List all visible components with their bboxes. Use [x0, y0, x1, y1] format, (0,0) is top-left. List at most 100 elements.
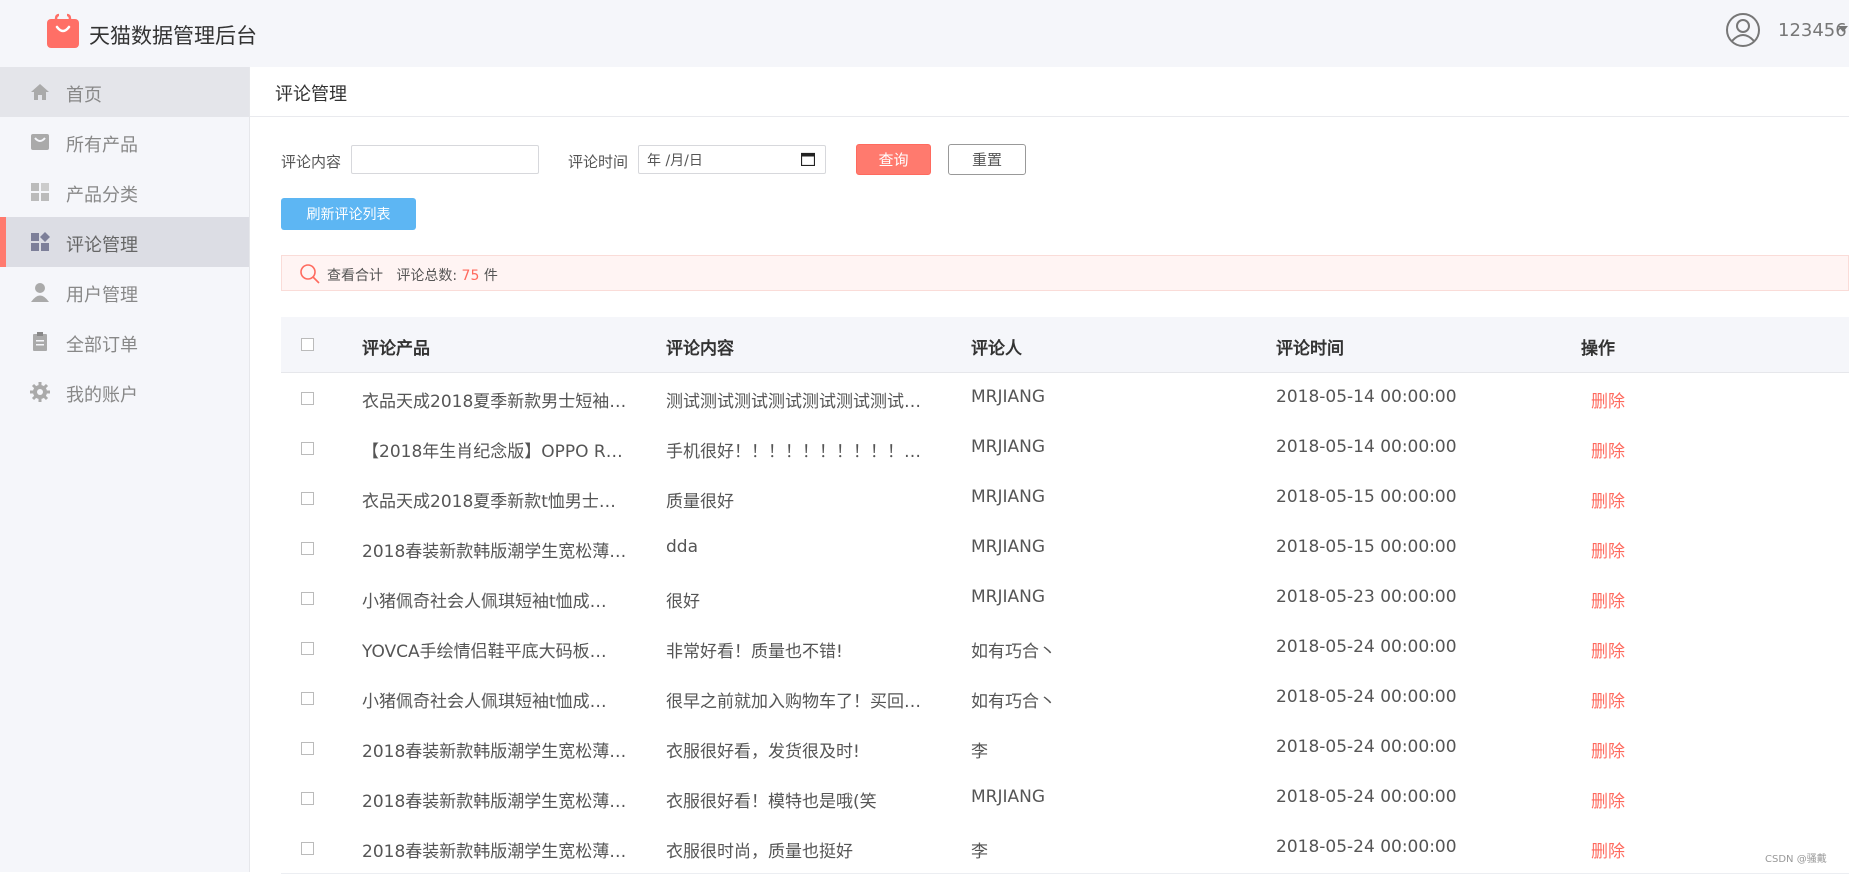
row-checkbox[interactable] — [301, 842, 314, 855]
delete-button[interactable]: 删除 — [1591, 437, 1625, 462]
delete-button[interactable]: 删除 — [1591, 487, 1625, 512]
row-checkbox[interactable] — [301, 442, 314, 455]
row-checkbox[interactable] — [301, 542, 314, 555]
summary-bar: 查看合计 评论总数: 75 件 — [281, 255, 1849, 291]
user-name[interactable]: 123456 — [1778, 20, 1847, 41]
delete-button[interactable]: 删除 — [1591, 787, 1625, 812]
cell-product: 2018春装新款韩版潮学生宽松薄… — [362, 742, 627, 762]
cell-time: 2018-05-15 00:00:00 — [1276, 537, 1457, 557]
cell-content: 质量很好 — [666, 492, 734, 512]
sidebar-item-label: 所有产品 — [66, 135, 138, 156]
cell-time: 2018-05-24 00:00:00 — [1276, 737, 1457, 757]
sidebar-item-categories[interactable]: 产品分类 — [0, 167, 249, 217]
delete-button[interactable]: 删除 — [1591, 587, 1625, 612]
cell-product: 2018春装新款韩版潮学生宽松薄… — [362, 842, 627, 862]
home-icon — [31, 84, 49, 100]
table-row: 小猪佩奇社会人佩琪短袖t恤成… 很好 MRJIANG 2018-05-23 00:00… — [281, 573, 1849, 624]
category-icon — [31, 183, 49, 201]
cell-user: MRJIANG — [971, 787, 1046, 807]
top-bar: 天猫数据管理后台 123456 — [0, 0, 1849, 68]
delete-button[interactable]: 删除 — [1591, 687, 1625, 712]
column-header-product: 评论产品 — [362, 339, 430, 359]
delete-button[interactable]: 删除 — [1591, 837, 1625, 862]
content-search-input[interactable] — [351, 145, 539, 174]
cell-time: 2018-05-14 00:00:00 — [1276, 437, 1457, 457]
row-checkbox[interactable] — [301, 642, 314, 655]
row-checkbox[interactable] — [301, 792, 314, 805]
sidebar-item-account[interactable]: 我的账户 — [0, 367, 249, 417]
cell-product: 2018春装新款韩版潮学生宽松薄… — [362, 792, 627, 812]
sidebar-item-label: 评论管理 — [66, 235, 138, 256]
cell-content: 非常好看！质量也不错! — [666, 642, 843, 662]
cell-product: YOVCA手绘情侣鞋平底大码板… — [362, 642, 607, 662]
cell-time: 2018-05-24 00:00:00 — [1276, 637, 1457, 657]
sidebar-item-products[interactable]: 所有产品 — [0, 117, 249, 167]
table-row: 小猪佩奇社会人佩琪短袖t恤成… 很早之前就加入购物车了！买回… 如有巧合丶 2018-… — [281, 673, 1849, 724]
cell-time: 2018-05-24 00:00:00 — [1276, 837, 1457, 857]
cell-content: 测试测试测试测试测试测试测试… — [666, 392, 921, 412]
page-title: 评论管理 — [275, 84, 347, 105]
sidebar-item-users[interactable]: 用户管理 — [0, 267, 249, 317]
table-row: 【2018年生肖纪念版】OPPO R… 手机很好！！！！！！！！！！… MRJIAN… — [281, 423, 1849, 474]
table-header: 评论产品 评论内容 评论人 评论时间 操作 — [281, 317, 1849, 373]
cell-content: 手机很好！！！！！！！！！！… — [666, 442, 921, 462]
summary-total-label: 评论总数: — [396, 268, 458, 284]
order-icon — [33, 332, 47, 351]
row-checkbox[interactable] — [301, 492, 314, 505]
refresh-reviews-button[interactable]: 刷新评论列表 — [281, 198, 416, 230]
table-row: YOVCA手绘情侣鞋平底大码板… 非常好看！质量也不错! 如有巧合丶 2018-05-… — [281, 623, 1849, 674]
delete-button[interactable]: 删除 — [1591, 737, 1625, 762]
calendar-icon[interactable] — [801, 152, 815, 166]
date-picker-input[interactable]: 年 /月/日 — [638, 145, 826, 174]
delete-button[interactable]: 删除 — [1591, 537, 1625, 562]
cell-user: MRJIANG — [971, 487, 1046, 507]
sidebar-item-label: 首页 — [66, 85, 102, 106]
cell-time: 2018-05-24 00:00:00 — [1276, 687, 1457, 707]
select-all-checkbox[interactable] — [301, 338, 314, 351]
time-filter-label: 评论时间 — [568, 153, 629, 171]
cell-product: 2018春装新款韩版潮学生宽松薄… — [362, 542, 627, 562]
cell-product: 小猪佩奇社会人佩琪短袖t恤成… — [362, 692, 607, 712]
table-row: 2018春装新款韩版潮学生宽松薄… dda MRJIANG 2018-05-15 00… — [281, 523, 1849, 574]
delete-button[interactable]: 删除 — [1591, 387, 1625, 412]
chevron-down-icon[interactable] — [1838, 26, 1848, 32]
row-checkbox[interactable] — [301, 592, 314, 605]
cell-time: 2018-05-23 00:00:00 — [1276, 587, 1457, 607]
cell-user: 李 — [971, 742, 988, 762]
summary-unit: 件 — [483, 268, 498, 284]
query-button[interactable]: 查询 — [856, 144, 931, 175]
cell-product: 衣品天成2018夏季新款男士短袖… — [362, 392, 627, 412]
cell-content: 衣服很好看！模特也是哦(笑 — [666, 792, 877, 812]
sidebar-item-label: 全部订单 — [66, 335, 138, 356]
summary-text: 查看合计 评论总数: 75 件 — [327, 265, 498, 285]
sidebar-item-reviews[interactable]: 评论管理 — [0, 217, 249, 267]
cell-product: 衣品天成2018夏季新款t恤男士… — [362, 492, 616, 512]
sidebar-item-label: 用户管理 — [66, 285, 138, 306]
sidebar-item-home[interactable]: 首页 — [0, 67, 249, 117]
delete-button[interactable]: 删除 — [1591, 637, 1625, 662]
row-checkbox[interactable] — [301, 742, 314, 755]
product-icon — [31, 134, 49, 150]
row-checkbox[interactable] — [301, 692, 314, 705]
sidebar-item-orders[interactable]: 全部订单 — [0, 317, 249, 367]
summary-label: 查看合计 — [327, 268, 383, 284]
watermark: CSDN @骚戴 — [1765, 854, 1827, 865]
review-icon — [31, 232, 50, 251]
content-filter-label: 评论内容 — [281, 153, 342, 171]
search-icon — [300, 264, 320, 284]
cell-time: 2018-05-14 00:00:00 — [1276, 387, 1457, 407]
cell-content: 衣服很好看，发货很及时! — [666, 742, 860, 762]
cell-time: 2018-05-24 00:00:00 — [1276, 787, 1457, 807]
summary-total-count: 75 — [461, 268, 480, 284]
column-header-time: 评论时间 — [1276, 339, 1344, 359]
user-avatar-icon[interactable] — [1725, 12, 1761, 48]
reset-button[interactable]: 重置 — [948, 144, 1026, 175]
cell-user: 如有巧合丶 — [971, 692, 1056, 712]
cell-content: 很早之前就加入购物车了！买回… — [666, 692, 921, 712]
sidebar-item-label: 产品分类 — [66, 185, 138, 206]
row-checkbox[interactable] — [301, 392, 314, 405]
column-header-user: 评论人 — [971, 339, 1022, 359]
sidebar-item-label: 我的账户 — [66, 385, 138, 406]
cell-user: MRJIANG — [971, 587, 1046, 607]
user-icon — [31, 283, 49, 302]
